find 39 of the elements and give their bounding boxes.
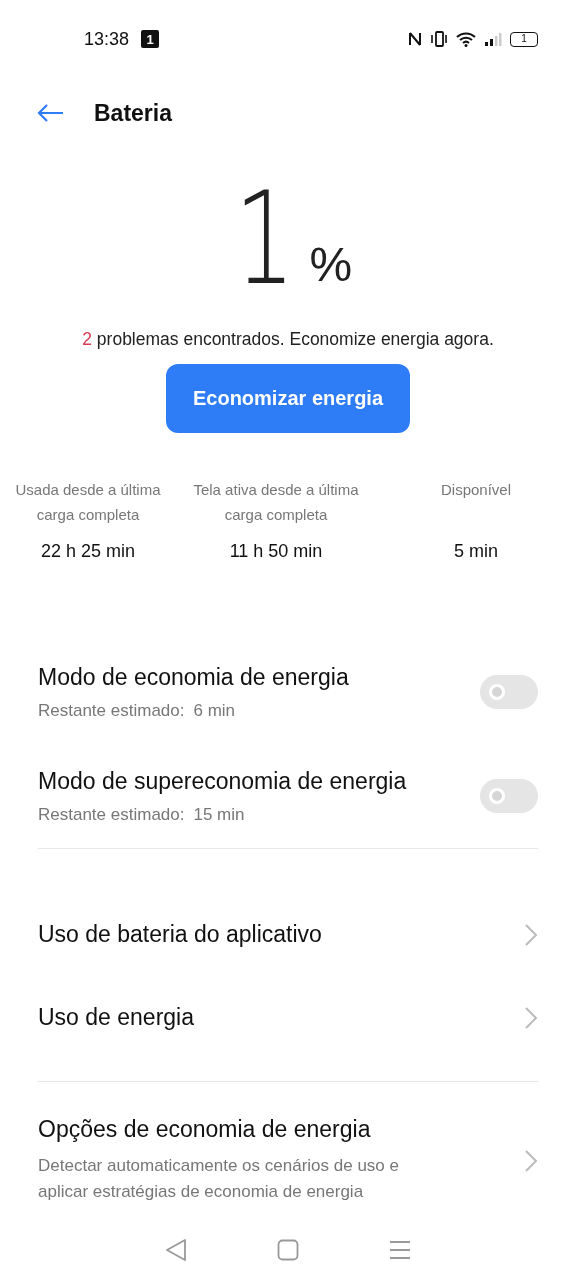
percent-sign: % xyxy=(309,237,353,293)
stat-value: 5 min xyxy=(454,541,498,562)
stat-label: Disponível xyxy=(439,480,512,500)
home-icon[interactable] xyxy=(277,1239,299,1261)
battery-icon: 1 xyxy=(510,31,538,47)
wifi-icon xyxy=(456,31,476,47)
nfc-icon xyxy=(408,31,422,47)
clock: 13:38 xyxy=(84,28,130,50)
chevron-icon xyxy=(524,1005,538,1030)
toggle-switch[interactable] xyxy=(480,779,538,813)
remaining-label: Restante estimado: xyxy=(38,700,185,721)
battery-percentage: 1 xyxy=(234,183,296,295)
toggle-switch[interactable] xyxy=(480,675,538,709)
remaining-label: Restante estimado: xyxy=(38,804,185,825)
menu-icon[interactable] xyxy=(389,1240,411,1260)
menu-item[interactable]: Uso de energia xyxy=(0,976,576,1059)
save-energy-button[interactable]: Economizar energia xyxy=(166,364,410,433)
stat-value: 22 h 25 min xyxy=(40,541,136,562)
menu-item-label: Uso de energia xyxy=(38,1004,194,1031)
menu-item[interactable]: Uso de bateria do aplicativo xyxy=(0,893,576,976)
stat-value: 11 h 50 min xyxy=(229,541,323,562)
signal-icon xyxy=(484,31,502,47)
chevron-icon xyxy=(524,922,538,947)
options-title[interactable]: Opções de economia de energia xyxy=(38,1116,524,1143)
notification-badge: 1 xyxy=(141,30,160,48)
back-arrow-icon[interactable] xyxy=(36,103,64,123)
stat-label: Tela ativa desde a última carga completa xyxy=(192,480,360,525)
chevron-icon xyxy=(524,1148,538,1173)
menu-item-label: Uso de bateria do aplicativo xyxy=(38,921,322,948)
mode-title: Modo de economia de energia xyxy=(38,663,350,691)
problems-message: 2 problemas encontrados. Economize energia agora. xyxy=(81,329,495,350)
remaining-value: 15 min xyxy=(193,804,245,825)
stat-label: Usada desde a última carga completa xyxy=(14,480,162,525)
options-description: Detectar automaticamente os cenários de uso e aplicar estratégias de economia de energia xyxy=(38,1155,400,1203)
mode-title: Modo de supereconomia de energia xyxy=(38,767,408,795)
back-icon[interactable] xyxy=(165,1238,187,1262)
page-title: Bateria xyxy=(94,99,172,127)
vibrate-icon xyxy=(430,31,448,47)
remaining-value: 6 min xyxy=(193,700,236,721)
